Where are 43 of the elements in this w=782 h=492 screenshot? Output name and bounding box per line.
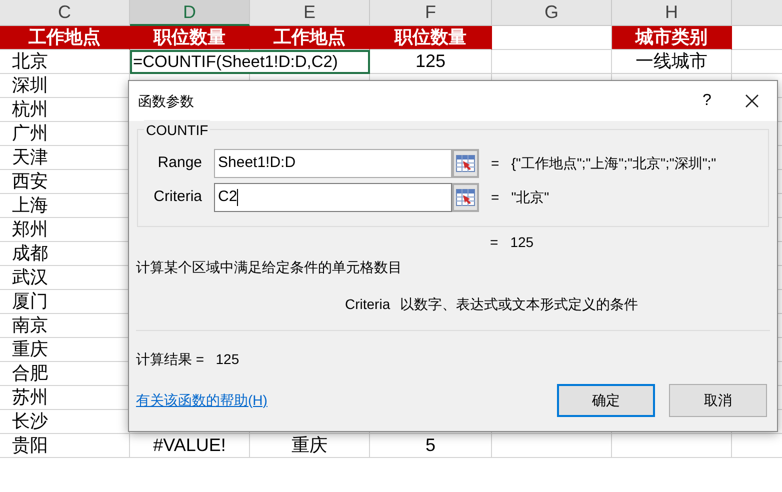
equals-sign: = [491,188,500,207]
table-cell[interactable]: 重庆 [250,434,370,458]
argument-label: Range [156,153,202,174]
argument-value-preview: "北京" [511,188,550,207]
grid-arrow-icon [456,155,475,172]
column-header[interactable]: G [492,0,612,26]
column-heading[interactable]: 工作地点 [0,26,130,50]
help-link[interactable]: 有关该函数的帮助(H) [136,390,543,411]
column-heading[interactable]: 职位数量 [130,26,250,50]
column-heading[interactable]: 工作地点 [250,26,370,50]
argument-description: 以数字、表达式或文本形式定义的条件 [400,295,638,314]
table-cell[interactable]: #VALUE! [130,434,250,458]
table-cell[interactable]: 北京 [0,50,130,74]
dialog-button[interactable]: 取消 [669,384,767,417]
argument-label: Criteria [152,187,202,208]
formula-result: 125 [510,232,534,252]
column-heading[interactable]: 城市类别 [612,26,732,50]
equals-sign: = [491,154,500,173]
active-cell[interactable]: =COUNTIF(Sheet1!D:D,C2) [130,50,370,74]
text-caret [237,189,238,206]
table-cell[interactable]: 5 [370,434,492,458]
argument-input[interactable]: Sheet1!D:D [214,149,452,178]
function-description: 计算某个区域中满足给定条件的单元格数目 [135,258,403,277]
table-cell[interactable]: 一线城市 [612,50,732,74]
argument-value-preview: {"工作地点";"上海";"北京";"深圳";" [511,154,716,173]
column-header[interactable]: D [130,0,250,26]
range-select-button[interactable] [452,183,479,212]
column-heading[interactable]: 职位数量 [370,26,492,50]
range-select-button[interactable] [452,149,479,178]
help-button[interactable]: ? [687,86,727,116]
dialog-title: 函数参数 [138,92,195,110]
argument-input[interactable]: C2 [214,183,452,212]
argument-name: Criteria [345,295,390,314]
dialog-button[interactable]: 确定 [557,384,655,417]
table-cell[interactable]: 125 [370,50,492,74]
equals-sign: = [490,232,498,252]
table-cell[interactable] [612,434,732,458]
table-cell[interactable] [492,434,612,458]
close-icon [745,94,759,108]
calculation-result: 计算结果 = 125 [135,350,240,369]
table-cell[interactable] [492,50,612,74]
grid-arrow-icon [456,189,475,206]
table-cell[interactable]: 贵阳 [0,434,130,458]
